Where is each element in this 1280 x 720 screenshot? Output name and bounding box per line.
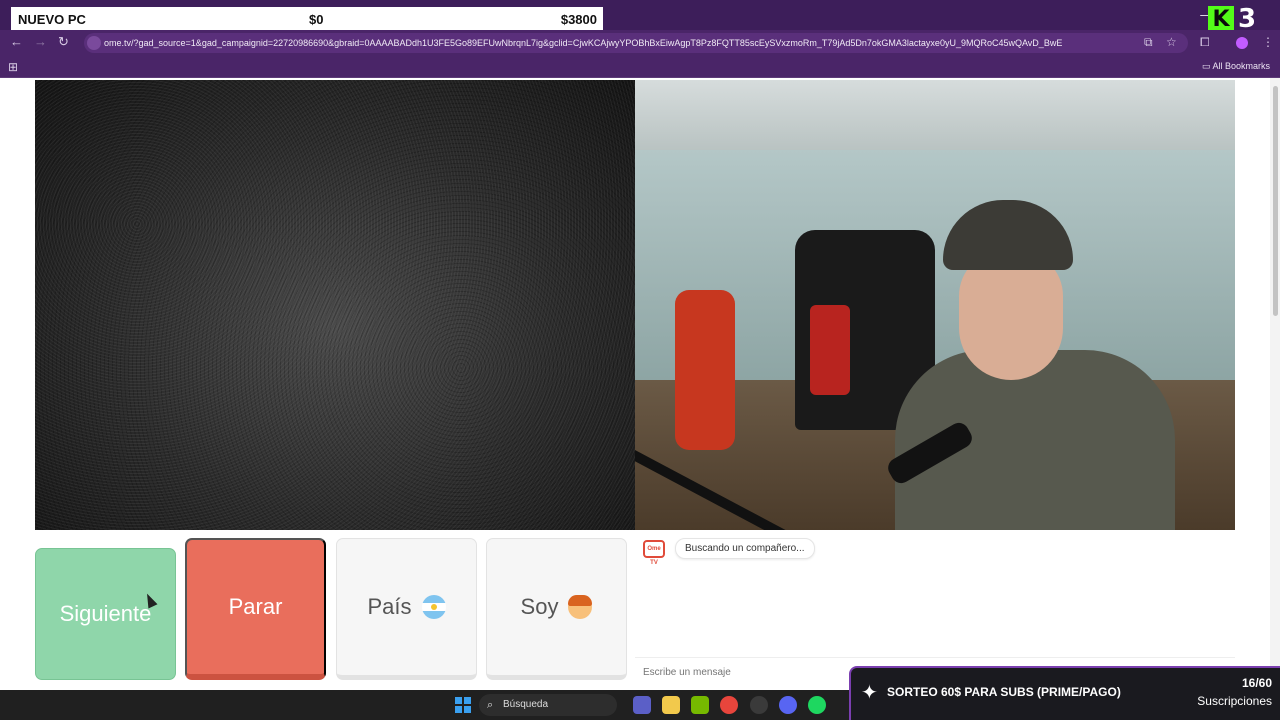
streamer-cap: [943, 200, 1073, 270]
subs-count: 16/60: [1241, 676, 1272, 690]
obs-icon[interactable]: [750, 696, 768, 714]
bookmark-star-icon[interactable]: ☆: [1166, 35, 1177, 49]
forward-icon[interactable]: →: [34, 34, 47, 49]
argentina-flag-icon: [421, 595, 446, 619]
back-icon[interactable]: ←: [10, 34, 23, 49]
goal-title: NUEVO PC: [18, 11, 86, 27]
apps-grid-icon[interactable]: ⊞: [8, 60, 18, 74]
goal-current: $0: [309, 12, 324, 27]
discord-icon[interactable]: [779, 696, 797, 714]
static-noise: [35, 80, 635, 530]
teams-icon[interactable]: [633, 696, 651, 714]
boy-icon: [568, 595, 593, 619]
site-info-icon[interactable]: [87, 36, 101, 50]
menu-icon[interactable]: ⋮: [1262, 35, 1274, 49]
self-webcam-video: [635, 80, 1235, 530]
partner-video-static: [35, 80, 635, 530]
kick-logo-icon: K: [1208, 6, 1234, 32]
stop-button-label: Parar: [228, 594, 283, 619]
webcam-chair-accent: [810, 305, 850, 395]
address-bar-row: ← → ↻ ome.tv/?gad_source=1&gad_campaigni…: [0, 30, 1280, 56]
minimize-icon[interactable]: –: [1200, 6, 1208, 22]
status-message: Buscando un compañero...: [675, 538, 815, 559]
browser-tab-bar: NUEVO PC $0 $3800 – K 3: [0, 0, 1280, 34]
webcam-ceiling: [635, 80, 1235, 150]
taskbar-search-label: Búsqueda: [503, 699, 549, 710]
ometv-page: Siguiente Parar País Soy Ome TV Buscando…: [0, 78, 1280, 690]
subs-label: Suscripciones: [1197, 694, 1272, 708]
webcam-streamer: [895, 200, 1175, 530]
spotify-icon[interactable]: [808, 696, 826, 714]
gender-button-label: Soy: [520, 594, 559, 619]
country-button-label: País: [367, 594, 412, 619]
reload-icon[interactable]: ↻: [58, 34, 69, 50]
giveaway-text: SORTEO 60$ PARA SUBS (PRIME/PAGO): [887, 685, 1121, 699]
country-button[interactable]: País: [336, 538, 477, 680]
ometv-logo-icon: Ome TV: [643, 540, 665, 566]
windows-taskbar: ⌕ Búsqueda: [0, 690, 849, 720]
taskbar-search[interactable]: ⌕ Búsqueda: [479, 694, 617, 716]
windows-start-icon[interactable]: [455, 697, 471, 713]
page-scrollbar[interactable]: [1270, 78, 1280, 690]
bookmarks-bar: ⊞ ▭ All Bookmarks: [0, 56, 1280, 78]
profile-avatar[interactable]: [1236, 37, 1248, 49]
goal-target: $3800: [560, 12, 597, 27]
url-field[interactable]: ome.tv/?gad_source=1&gad_campaignid=2272…: [84, 33, 1188, 53]
scrollbar-thumb[interactable]: [1273, 86, 1278, 316]
all-bookmarks-link[interactable]: ▭ All Bookmarks: [1202, 61, 1270, 72]
star-icon: ✦: [861, 682, 878, 704]
all-bookmarks-label: All Bookmarks: [1212, 61, 1270, 71]
search-icon: ⌕: [487, 699, 494, 711]
stream-goal-overlay: NUEVO PC $0 $3800: [11, 7, 603, 31]
extensions-icon[interactable]: ⧠: [1200, 35, 1210, 50]
chrome-icon[interactable]: [720, 696, 738, 714]
next-button[interactable]: Siguiente: [35, 548, 176, 680]
file-explorer-icon[interactable]: [662, 696, 680, 714]
webcam-punching-bag: [675, 290, 735, 450]
next-button-label: Siguiente: [59, 601, 152, 626]
stop-button[interactable]: Parar: [185, 538, 326, 680]
install-app-icon[interactable]: ⧉: [1144, 35, 1153, 50]
gender-button[interactable]: Soy: [486, 538, 627, 680]
url-text: ome.tv/?gad_source=1&gad_campaignid=2272…: [104, 38, 1063, 48]
screen: NUEVO PC $0 $3800 – K 3 ← → ↻ ome.tv/?ga…: [0, 0, 1280, 720]
nvidia-icon[interactable]: [691, 696, 709, 714]
subs-giveaway-overlay: ✦ SORTEO 60$ PARA SUBS (PRIME/PAGO) 16/6…: [849, 666, 1280, 720]
